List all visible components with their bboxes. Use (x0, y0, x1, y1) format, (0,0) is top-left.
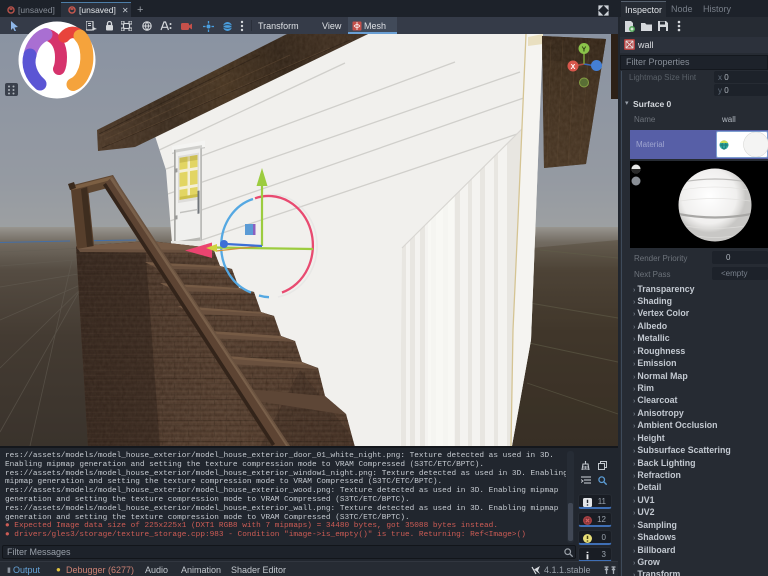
svg-text:X: X (571, 64, 576, 71)
svg-text:Y: Y (582, 47, 587, 54)
